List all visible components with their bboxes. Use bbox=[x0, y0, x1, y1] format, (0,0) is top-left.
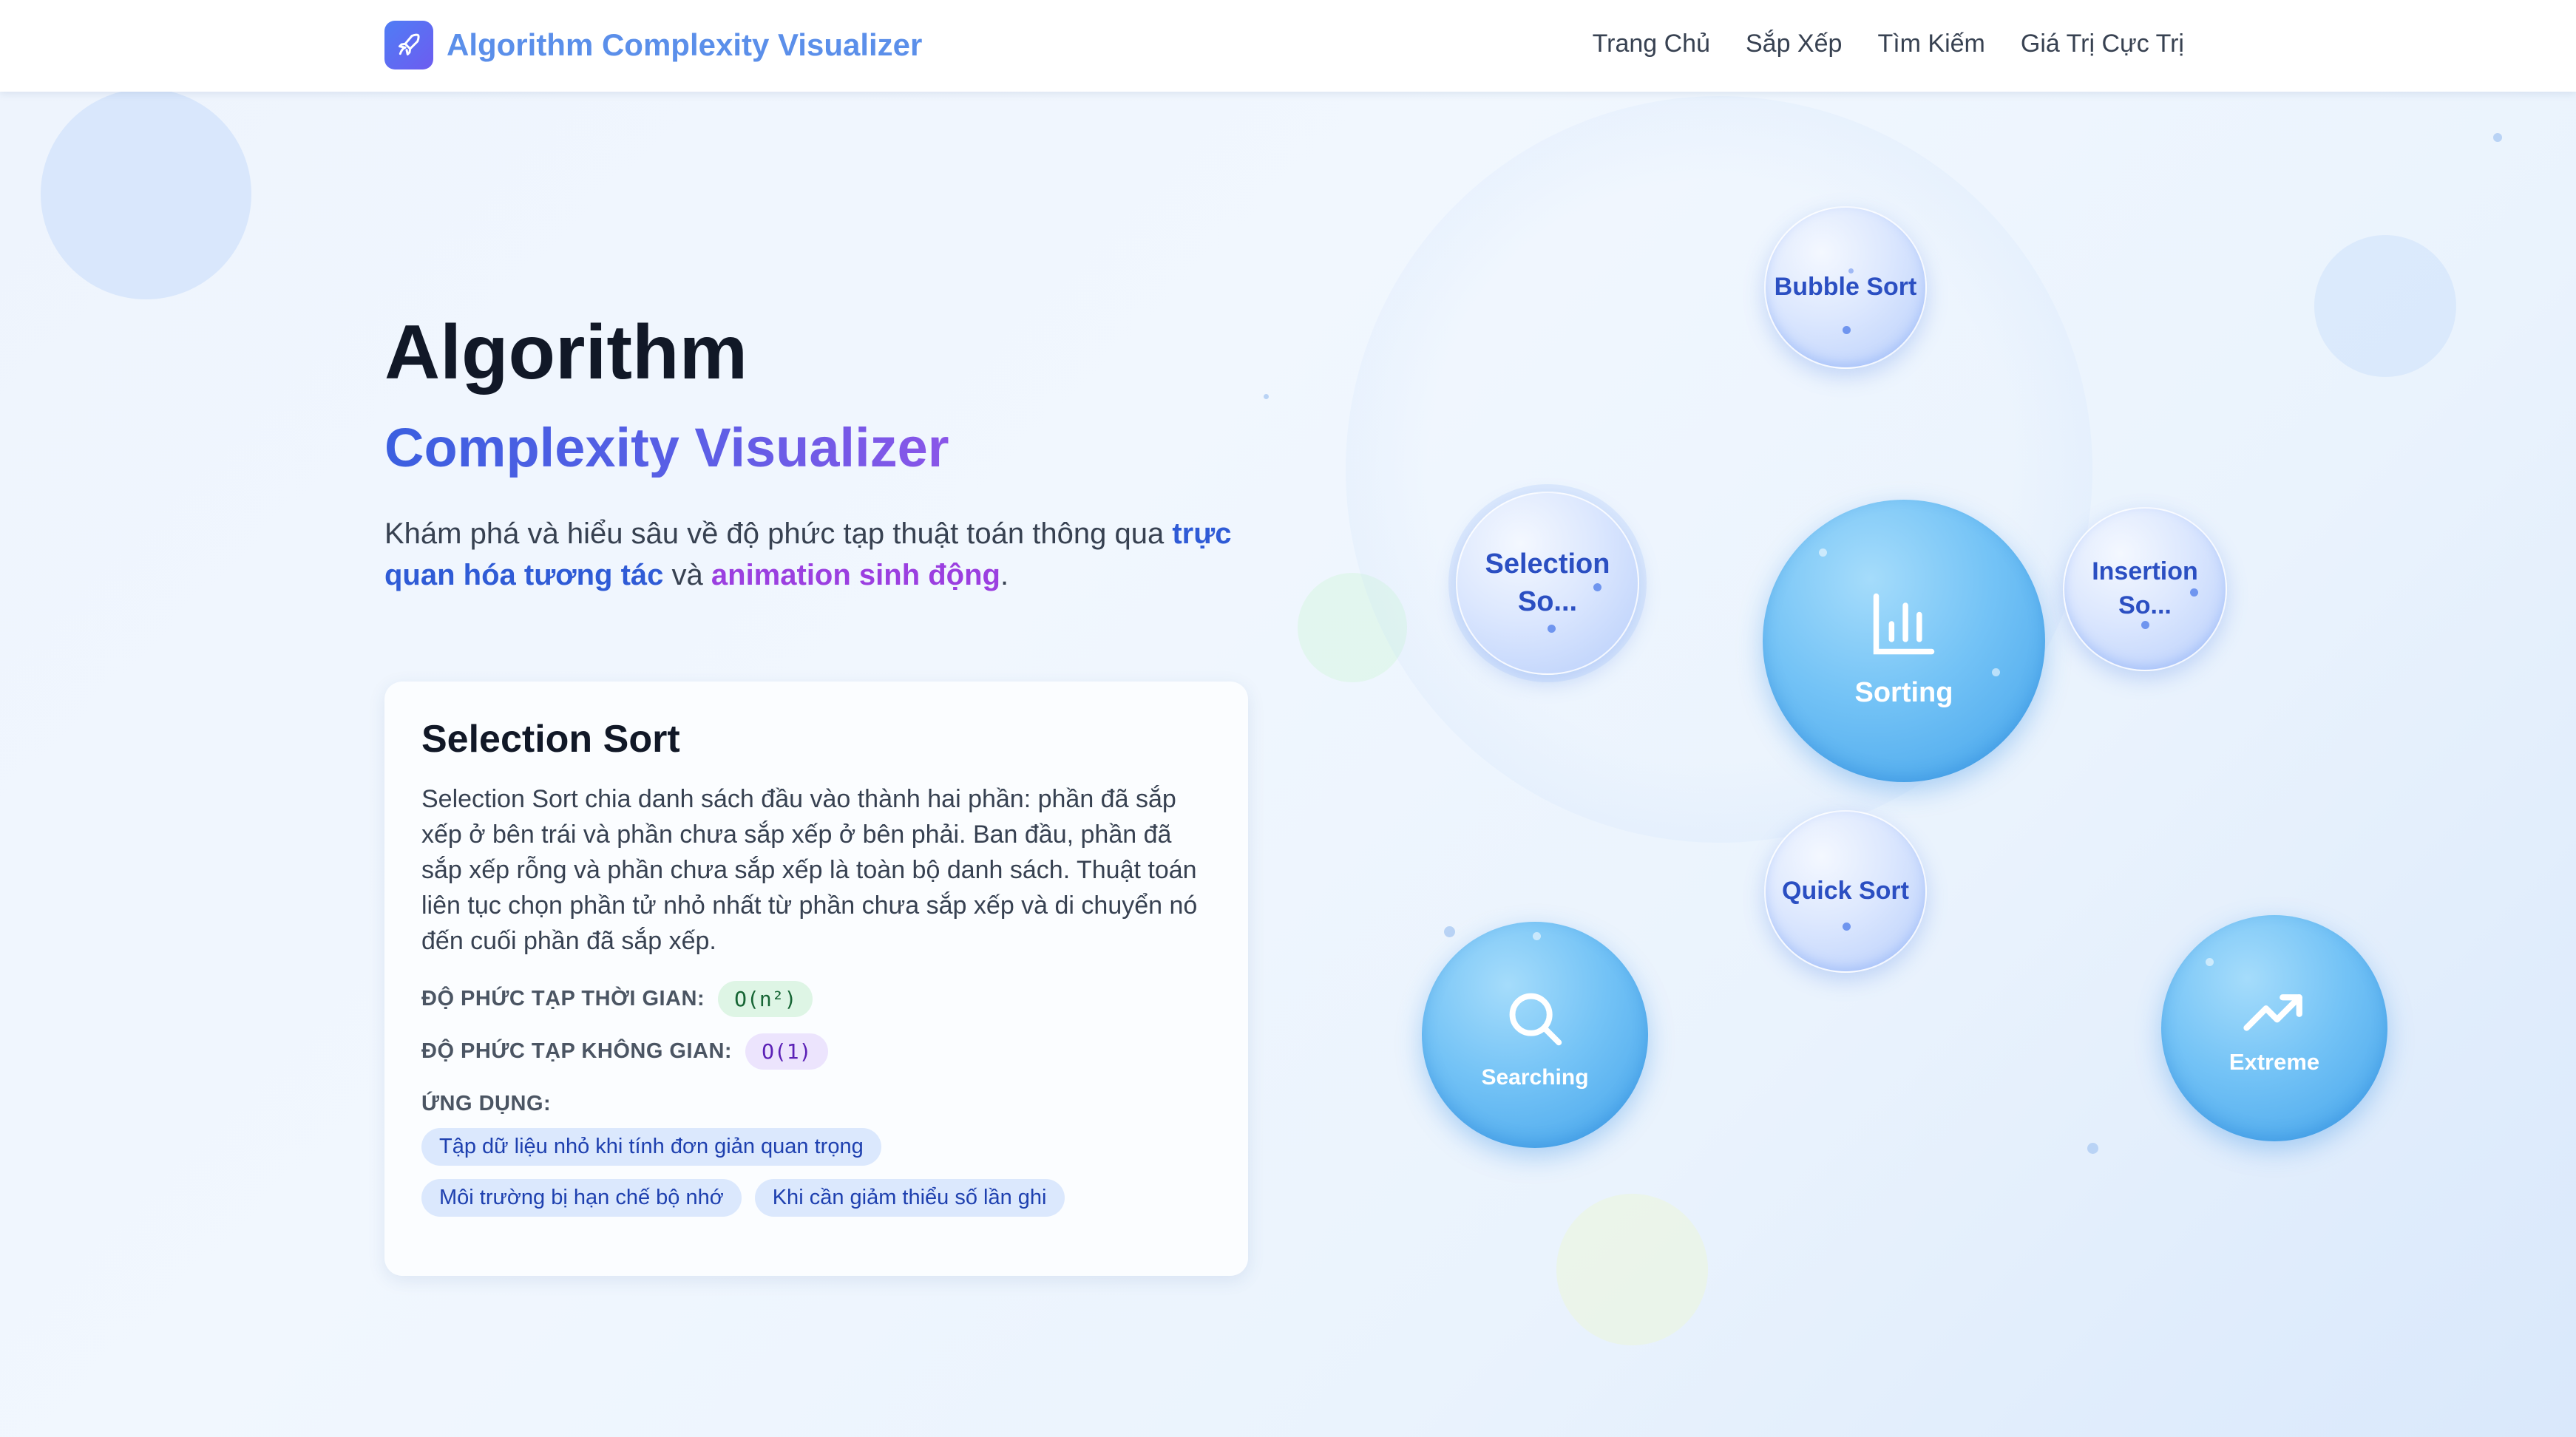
nav-link-home[interactable]: Trang Chủ bbox=[1593, 27, 1710, 61]
insertion-sort-bubble[interactable]: Insertion So... bbox=[2063, 507, 2227, 671]
time-complexity-row: ĐỘ PHỨC TẠP THỜI GIAN: O(n²) bbox=[421, 981, 1211, 1018]
bubble-dot bbox=[1843, 326, 1851, 334]
space-complexity-badge: O(1) bbox=[745, 1033, 828, 1070]
insertion-sort-label: Insertion bbox=[2092, 557, 2198, 586]
hero-title: Algorithm bbox=[384, 310, 748, 395]
time-complexity-label: ĐỘ PHỨC TẠP THỜI GIAN: bbox=[421, 987, 705, 1011]
hero-desc-text: Khám phá và hiểu sâu về độ phức tạp thuậ… bbox=[384, 517, 1173, 550]
decor-dot bbox=[1264, 394, 1269, 399]
top-navbar: Algorithm Complexity Visualizer Trang Ch… bbox=[0, 0, 2576, 92]
hero-desc-text: . bbox=[1000, 559, 1009, 591]
application-tag: Tập dữ liệu nhỏ khi tính đơn giản quan t… bbox=[421, 1128, 881, 1166]
insertion-sort-label-cont: So... bbox=[2118, 591, 2172, 619]
decor-dot bbox=[1444, 926, 1455, 937]
nav-links: Trang Chủ Sắp Xếp Tìm Kiếm Giá Trị Cực T… bbox=[1557, 27, 2184, 61]
nav-link-sorting[interactable]: Sắp Xếp bbox=[1746, 27, 1842, 61]
bubble-dot bbox=[1992, 668, 2000, 676]
selection-sort-label-cont: So... bbox=[1517, 586, 1578, 617]
brand-link[interactable]: Algorithm Complexity Visualizer bbox=[384, 21, 922, 69]
sorting-label: Sorting bbox=[1854, 676, 1953, 708]
decor-dot bbox=[2087, 1143, 2098, 1154]
decor-dot bbox=[2493, 133, 2502, 142]
nav-link-searching[interactable]: Tìm Kiếm bbox=[1877, 27, 1984, 61]
decor-circle bbox=[1556, 1194, 1708, 1345]
decor-circle bbox=[2314, 235, 2456, 377]
bubble-dot bbox=[1843, 923, 1851, 931]
rocket-icon bbox=[384, 21, 433, 69]
time-complexity-badge: O(n²) bbox=[718, 981, 813, 1018]
nav-link-extreme-values[interactable]: Giá Trị Cực Trị bbox=[2021, 27, 2184, 61]
extreme-label: Extreme bbox=[2228, 1048, 2320, 1075]
bubble-dot bbox=[2190, 588, 2198, 597]
extreme-category-bubble[interactable]: Extreme bbox=[2161, 915, 2387, 1141]
bubble-sort-bubble[interactable]: Bubble Sort bbox=[1764, 206, 1927, 369]
bubble-dot bbox=[1819, 548, 1827, 557]
bubble-dot bbox=[1548, 625, 1556, 633]
bubble-dot bbox=[2141, 621, 2149, 629]
selection-sort-label: Selection bbox=[1485, 548, 1610, 580]
bubble-dot bbox=[1848, 268, 1854, 274]
brand-name: Algorithm Complexity Visualizer bbox=[447, 27, 923, 62]
searching-label: Searching bbox=[1481, 1064, 1589, 1090]
hero-description: Khám phá và hiểu sâu về độ phức tạp thuậ… bbox=[384, 513, 1272, 596]
application-tag: Khi cần giảm thiểu số lần ghi bbox=[754, 1179, 1065, 1217]
sorting-category-bubble[interactable]: Sorting bbox=[1763, 500, 2045, 782]
hero-highlight-animation: animation sinh động bbox=[711, 559, 1000, 591]
hero-desc-text: và bbox=[663, 559, 711, 591]
card-description: Selection Sort chia danh sách đầu vào th… bbox=[421, 785, 1198, 956]
trending-up-icon bbox=[2241, 985, 2308, 1041]
decor-circle bbox=[41, 89, 251, 299]
applications-label: ỨNG DỤNG: bbox=[421, 1092, 552, 1116]
bubble-sort-label: Bubble Sort bbox=[1774, 273, 1917, 302]
algorithm-info-card: Selection Sort Selection Sort chia danh … bbox=[384, 682, 1248, 1276]
hero-subtitle: Complexity Visualizer bbox=[384, 417, 949, 478]
search-icon bbox=[1503, 987, 1567, 1054]
searching-category-bubble[interactable]: Searching bbox=[1422, 922, 1648, 1148]
selection-sort-bubble[interactable]: Selection So... bbox=[1456, 492, 1639, 675]
space-complexity-label: ĐỘ PHỨC TẠP KHÔNG GIAN: bbox=[421, 1039, 733, 1064]
application-tags: Tập dữ liệu nhỏ khi tính đơn giản quan t… bbox=[421, 1128, 1190, 1230]
bubble-dot bbox=[1533, 932, 1541, 940]
bubble-dot bbox=[1593, 583, 1601, 591]
quick-sort-label: Quick Sort bbox=[1782, 877, 1909, 906]
application-tag: Môi trường bị hạn chế bộ nhớ bbox=[421, 1179, 742, 1217]
space-complexity-row: ĐỘ PHỨC TẠP KHÔNG GIAN: O(1) bbox=[421, 1033, 1211, 1070]
quick-sort-bubble[interactable]: Quick Sort bbox=[1764, 810, 1927, 973]
card-title: Selection Sort bbox=[421, 718, 680, 761]
bar-chart-icon bbox=[1867, 587, 1941, 665]
bubble-dot bbox=[2206, 958, 2214, 966]
